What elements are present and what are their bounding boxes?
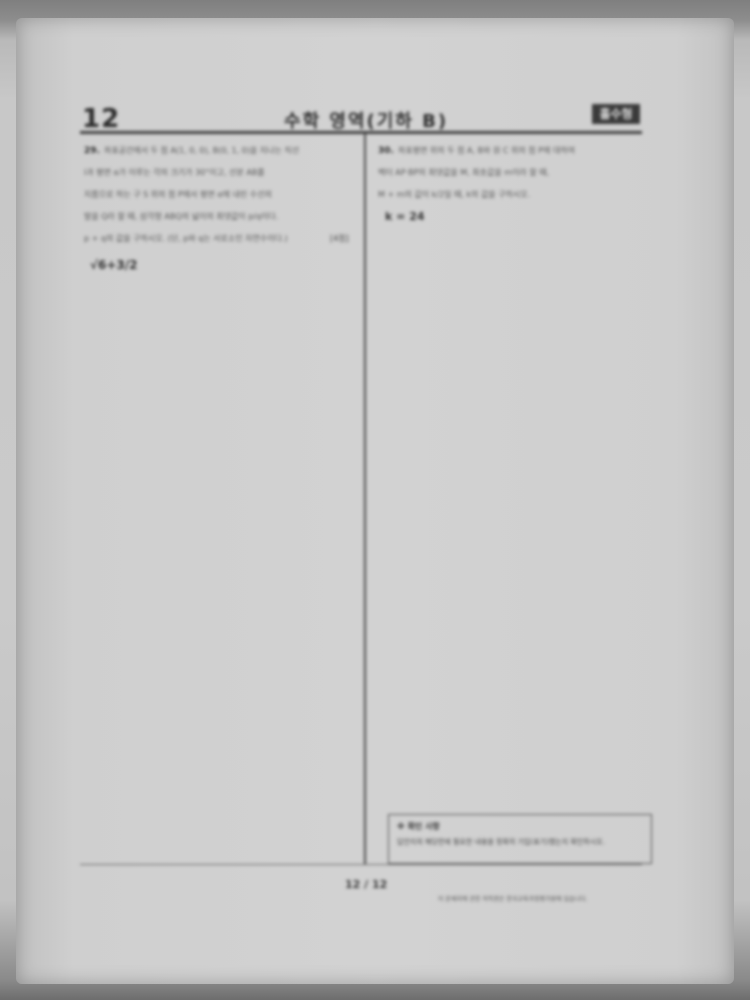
question-30: 30. 좌표평면 위의 두 점 A, B와 원 C 위의 점 P에 대하여 벡터 … (378, 140, 628, 206)
question-line: 발을 Q라 할 때, 삼각형 ABQ의 넓이의 최댓값이 p/q이다. (84, 212, 279, 221)
handwritten-answer-30: k = 24 (385, 210, 425, 223)
page-number: 12 (82, 104, 121, 134)
question-line: 벡터 AP·BP의 최댓값을 M, 최솟값을 m이라 할 때, (378, 168, 550, 177)
question-line: l과 평면 α가 이루는 각의 크기가 30°이고, 선분 AB를 (84, 168, 265, 177)
question-line: 29. 좌표공간에서 두 점 A(1, 0, 0), B(0, 1, 0)을 지나… (84, 146, 300, 156)
handwritten-answer-29: √6+3/2 (90, 258, 138, 272)
page-title: 수학 영역(기하 B) (284, 111, 449, 132)
question-number: 30. (378, 146, 394, 156)
form-type-badge: 홀수형 (592, 104, 640, 124)
bottom-rule (80, 864, 642, 865)
copyright-notice: 이 문제지에 관한 저작권은 한국교육과정평가원에 있습니다. (438, 896, 588, 903)
note-text: 답안지의 해당란에 필요한 내용을 정확히 기입(표기)했는지 확인하시오. (397, 838, 605, 846)
question-line: 30. 좌표평면 위의 두 점 A, B와 원 C 위의 점 P에 대하여 (378, 146, 575, 156)
score-label: [4점] (330, 234, 349, 243)
header-rule (80, 131, 642, 134)
question-29: 29. 좌표공간에서 두 점 A(1, 0, 0), B(0, 1, 0)을 지나… (84, 140, 346, 250)
footer-page-label: 12 / 12 (345, 878, 388, 891)
question-line: p + q의 값을 구하시오. (단, p와 q는 서로소인 자연수이다.) (84, 234, 288, 243)
question-number: 29. (84, 146, 100, 156)
note-heading: ※ 확인 사항 (397, 822, 440, 831)
confirmation-note-box: ※ 확인 사항 답안지의 해당란에 필요한 내용을 정확히 기입(표기)했는지 … (388, 814, 652, 864)
question-line: 지름으로 하는 구 S 위의 점 P에서 평면 α에 내린 수선의 (84, 190, 272, 199)
column-divider (364, 134, 366, 864)
question-line: M + m의 값이 k/2일 때, k의 값을 구하시오. (378, 190, 531, 199)
